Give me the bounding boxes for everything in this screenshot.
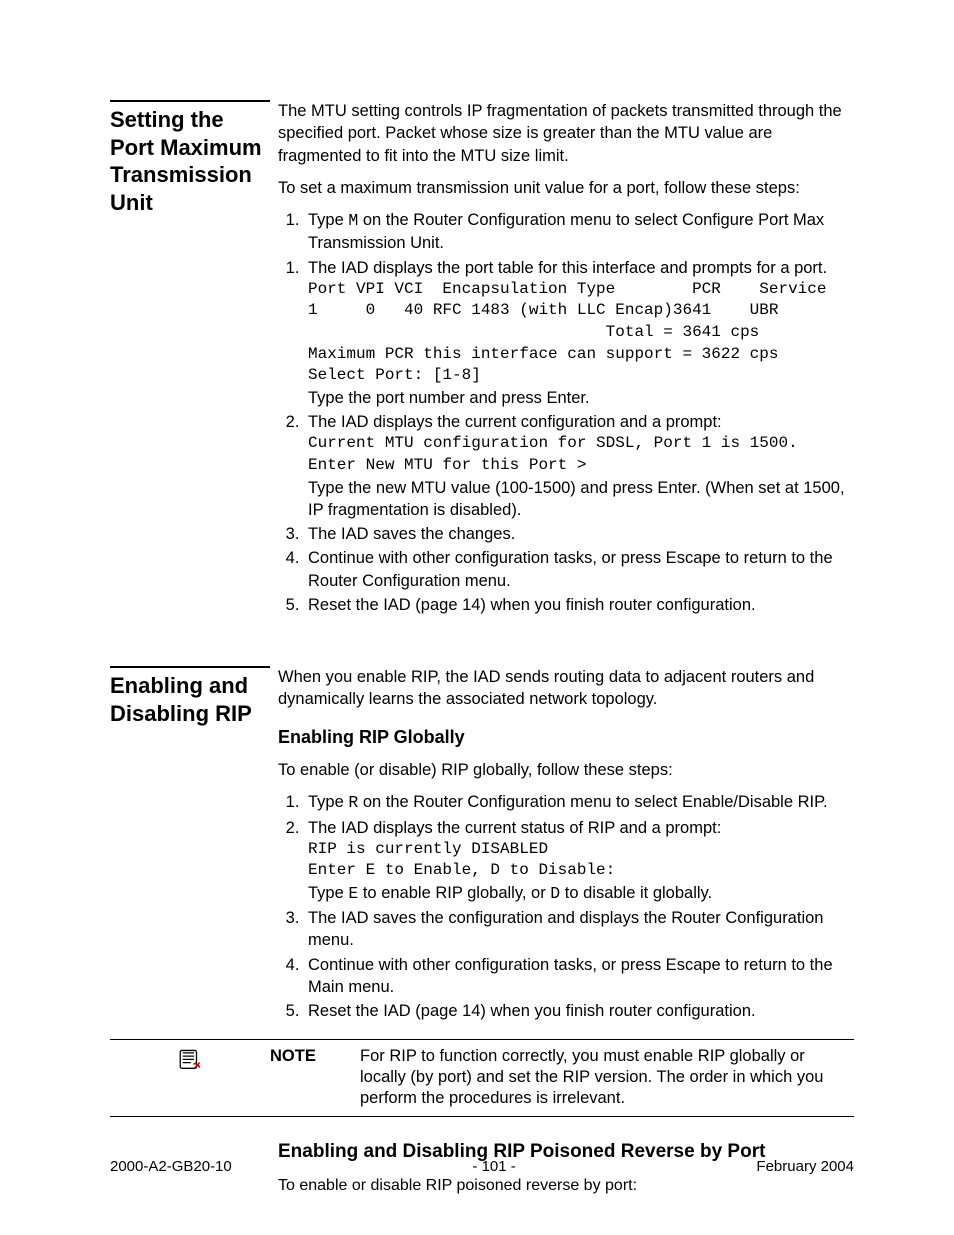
mtu-step-5: Reset the IAD (page 14) when you finish … — [304, 594, 854, 616]
mtu-step1b-post: Type the port number and press Enter. — [308, 389, 590, 407]
rip-step2-code: RIP is currently DISABLED Enter E to Ena… — [308, 839, 854, 882]
rip-step-3: The IAD saves the configuration and disp… — [304, 907, 854, 952]
rip-step2-post-c: to enable RIP globally, or — [358, 884, 550, 902]
mtu-steps: Type M on the Router Configuration menu … — [278, 209, 854, 616]
note-label: NOTE — [270, 1046, 360, 1067]
body-rip: When you enable RIP, the IAD sends routi… — [278, 666, 854, 1032]
rip-step-5: Reset the IAD (page 14) when you finish … — [304, 1000, 854, 1022]
footer-right: February 2004 — [756, 1158, 854, 1175]
section-rip: Enabling and Dis­abling RIP When you ena… — [110, 666, 854, 1032]
mtu-step-3: The IAD saves the changes. — [304, 523, 854, 545]
rip-subhead-globally: Enabling RIP Globally — [278, 725, 854, 749]
mtu-step1-code: M — [348, 211, 358, 230]
rip-poisoned-intro: To enable or disable RIP poisoned revers… — [278, 1177, 854, 1195]
note-icon-col — [110, 1046, 270, 1079]
rip-step2-post-a: Type — [308, 884, 348, 902]
rip-step2-post-e: to disable it globally. — [560, 884, 712, 902]
mtu-step1-pre: Type — [308, 211, 348, 229]
mtu-step2-code: Current MTU configuration for SDSL, Port… — [308, 433, 854, 476]
mtu-intro-2: To set a maximum transmission unit value… — [278, 177, 854, 199]
mtu-intro-1: The MTU setting controls IP fragmentatio… — [278, 100, 854, 167]
mtu-step1b-text: The IAD displays the port table for this… — [308, 259, 827, 277]
mtu-step2-post: Type the new MTU value (100-1500) and pr… — [308, 479, 845, 519]
rip-step1-pre: Type — [308, 793, 348, 811]
rip-step-4: Continue with other configuration tasks,… — [304, 954, 854, 999]
note-text-col: NOTE For RIP to function correctly, you … — [270, 1046, 854, 1110]
page: Setting the Port Maxi­mum Transmis­sion … — [0, 0, 954, 1235]
mtu-port-table: Port VPI VCI Encapsulation Type PCR Serv… — [308, 279, 854, 387]
section-mtu: Setting the Port Maxi­mum Transmis­sion … — [110, 100, 854, 626]
mtu-step1-post: on the Router Configuration menu to sele… — [308, 211, 824, 252]
rip-step1-code: R — [348, 793, 358, 812]
rip-step-2: The IAD displays the current status of R… — [304, 817, 854, 906]
page-footer: 2000-A2-GB20-10 - 101 - February 2004 — [110, 1158, 854, 1175]
rip-step1-post: on the Router Configuration menu to sele… — [358, 793, 827, 811]
mtu-step-2: The IAD displays the current configurati… — [304, 411, 854, 521]
rip-steps: Type R on the Router Configuration menu … — [278, 791, 854, 1022]
mtu-step-4: Continue with other configuration tasks,… — [304, 547, 854, 592]
note-hand-icon — [177, 1048, 203, 1079]
footer-left: 2000-A2-GB20-10 — [110, 1158, 232, 1175]
note-text: For RIP to function correctly, you must … — [360, 1046, 854, 1110]
mtu-step-1b: The IAD displays the port table for this… — [304, 257, 854, 410]
rip-step-1: Type R on the Router Configuration menu … — [304, 791, 854, 814]
body-mtu: The MTU setting controls IP fragmentatio… — [278, 100, 854, 626]
side-heading-rip: Enabling and Dis­abling RIP — [110, 666, 270, 727]
footer-center: - 101 - — [472, 1158, 515, 1175]
rip-step2-post-d: D — [550, 884, 560, 903]
rip-subintro: To enable (or disable) RIP globally, fol… — [278, 759, 854, 781]
rip-intro: When you enable RIP, the IAD sends routi… — [278, 666, 854, 711]
rip-step2-text: The IAD displays the current status of R… — [308, 819, 721, 837]
rip-step2-post-b: E — [348, 884, 358, 903]
side-heading-mtu: Setting the Port Maxi­mum Transmis­sion … — [110, 100, 270, 216]
note-block: NOTE For RIP to function correctly, you … — [110, 1039, 854, 1117]
mtu-step-1: Type M on the Router Configuration menu … — [304, 209, 854, 255]
mtu-step2-text: The IAD displays the current configurati… — [308, 413, 722, 431]
